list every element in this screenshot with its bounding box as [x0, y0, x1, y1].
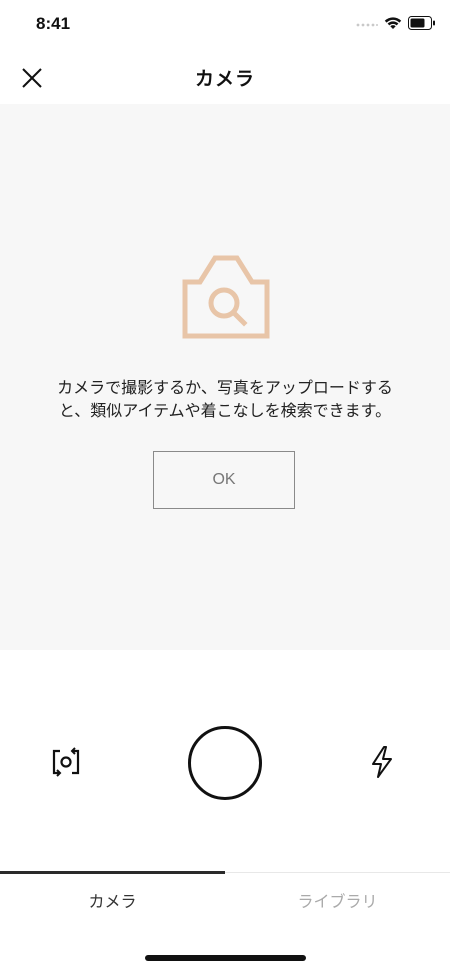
message-line-1: カメラで撮影するか、写真をアップロードする: [57, 378, 393, 397]
camera-screen: 8:41 カメラ カメラで撮影するか、写真をアップロードする と、類似アイテムや…: [0, 0, 450, 972]
status-bar: 8:41: [0, 0, 450, 50]
signal-icon: [356, 23, 378, 27]
camera-controls: [0, 650, 450, 872]
tab-camera[interactable]: カメラ: [0, 873, 225, 931]
status-icons: [356, 16, 436, 30]
shutter-button[interactable]: [188, 726, 262, 800]
flash-icon: [372, 746, 392, 778]
page-title: カメラ: [194, 68, 255, 90]
status-time: 8:41: [36, 14, 71, 33]
instruction-message: カメラで撮影するか、写真をアップロードする と、類似アイテムや着こなしを検索でき…: [20, 376, 430, 422]
flip-camera-button[interactable]: [50, 746, 82, 778]
tab-library[interactable]: ライブラリ: [225, 873, 450, 931]
camera-flip-icon: [52, 747, 80, 777]
ok-button[interactable]: OK: [153, 451, 295, 509]
message-line-2: と、類似アイテムや着こなしを検索できます。: [58, 401, 392, 420]
camera-preview-panel: カメラで撮影するか、写真をアップロードする と、類似アイテムや着こなしを検索でき…: [0, 104, 450, 650]
header: カメラ: [0, 50, 450, 104]
wifi-icon: [384, 17, 402, 29]
bottom-tab-bar: カメラ ライブラリ: [0, 871, 450, 931]
camera-search-icon: [182, 255, 270, 339]
flash-button[interactable]: [367, 745, 397, 779]
battery-icon: [408, 16, 435, 30]
home-indicator: [145, 955, 306, 961]
